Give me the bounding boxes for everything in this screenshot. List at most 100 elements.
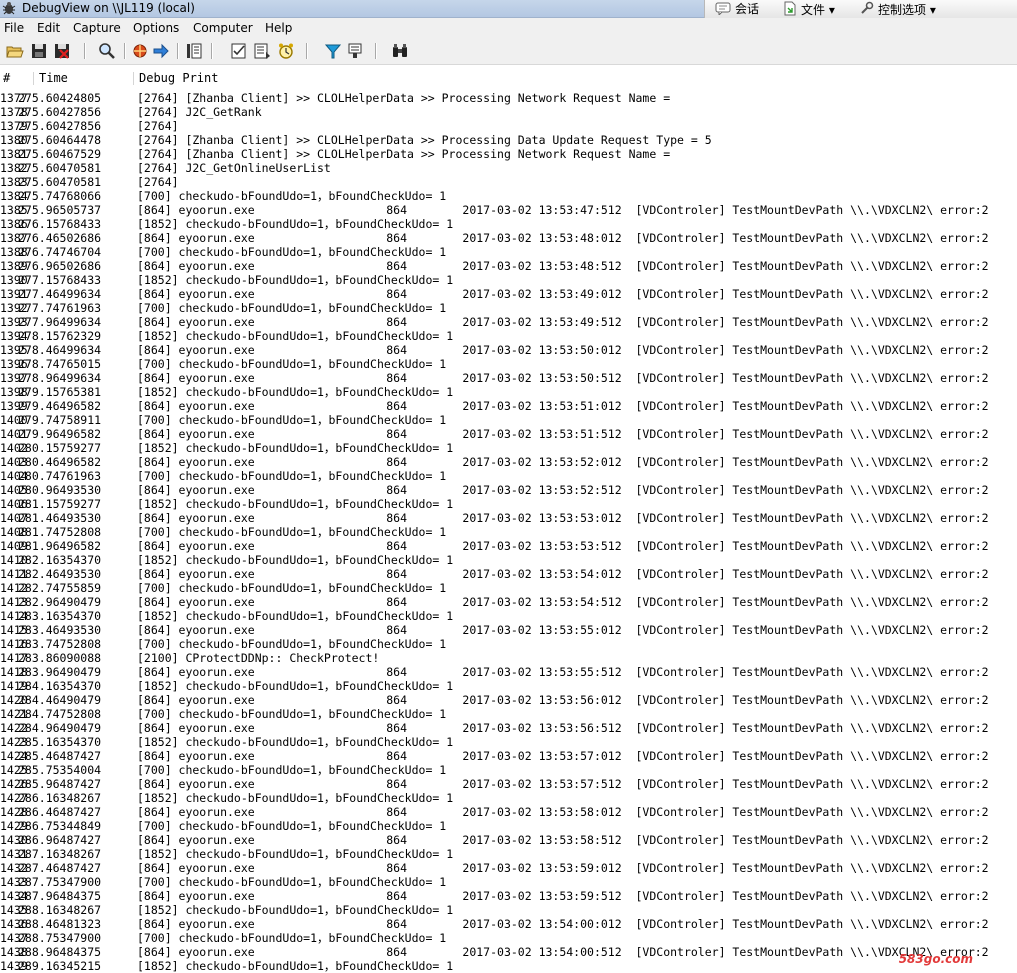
- row-time: 275.60427856: [18, 105, 102, 119]
- log-row[interactable]: 1384 275.74768066 [700] checkudo-bFoundUdo…: [0, 189, 1017, 203]
- binoculars-icon[interactable]: [391, 42, 409, 60]
- log-row[interactable]: 1396 278.74765015 [700] checkudo-bFoundUdo…: [0, 357, 1017, 371]
- capture-icon[interactable]: [131, 42, 149, 60]
- log-row[interactable]: 1390 277.15768433 [1852] checkudo-bFoundUd…: [0, 273, 1017, 287]
- row-message: [1852] checkudo-bFoundUdo=1，bFoundCheckU…: [137, 903, 454, 917]
- log-row[interactable]: 1401 279.96496582 [864] eyoorun.exe 864 20…: [0, 427, 1017, 441]
- row-time: 279.46496582: [18, 399, 102, 413]
- log-row[interactable]: 1400 279.74758911 [700] checkudo-bFoundUdo…: [0, 413, 1017, 427]
- clock-icon[interactable]: [230, 42, 248, 60]
- log-row[interactable]: 1432 287.46487427 [864] eyoorun.exe 864 20…: [0, 861, 1017, 875]
- log-row[interactable]: 1437 288.75347900 [700] checkudo-bFoundUdo…: [0, 931, 1017, 945]
- column-divider[interactable]: [33, 72, 34, 85]
- log-row[interactable]: 1426 285.96487427 [864] eyoorun.exe 864 20…: [0, 777, 1017, 791]
- log-row[interactable]: 1406 281.15759277 [1852] checkudo-bFoundUd…: [0, 497, 1017, 511]
- log-row[interactable]: 1438 288.96484375 [864] eyoorun.exe 864 20…: [0, 945, 1017, 959]
- log-row[interactable]: 1387 276.46502686 [864] eyoorun.exe 864 20…: [0, 231, 1017, 245]
- log-row[interactable]: 1421 284.74752808 [700] checkudo-bFoundUdo…: [0, 707, 1017, 721]
- log-row[interactable]: 1382 275.60470581 [2764] J2C_GetOnlineUser…: [0, 161, 1017, 175]
- log-row[interactable]: 1391 277.46499634 [864] eyoorun.exe 864 20…: [0, 287, 1017, 301]
- menu-capture[interactable]: Capture: [73, 18, 121, 38]
- log-row[interactable]: 1395 278.46499634 [864] eyoorun.exe 864 20…: [0, 343, 1017, 357]
- log-row[interactable]: 1394 278.15762329 [1852] checkudo-bFoundUd…: [0, 329, 1017, 343]
- column-header-debug-print[interactable]: Debug Print: [139, 70, 218, 87]
- debug-log-list[interactable]: 1377 275.60424805 [2764] [Zhanba Client] >…: [0, 91, 1017, 973]
- log-row[interactable]: 1378 275.60427856 [2764] J2C_GetRank: [0, 105, 1017, 119]
- log-row[interactable]: 1422 284.96490479 [864] eyoorun.exe 864 20…: [0, 721, 1017, 735]
- log-row[interactable]: 1410 282.16354370 [1852] checkudo-bFoundUd…: [0, 553, 1017, 567]
- find-icon[interactable]: [98, 42, 116, 60]
- forward-icon[interactable]: [152, 42, 170, 60]
- column-divider[interactable]: [133, 72, 134, 85]
- log-row[interactable]: 1423 285.16354370 [1852] checkudo-bFoundUd…: [0, 735, 1017, 749]
- log-row[interactable]: 1407 281.46493530 [864] eyoorun.exe 864 20…: [0, 511, 1017, 525]
- log-row[interactable]: 1411 282.46493530 [864] eyoorun.exe 864 20…: [0, 567, 1017, 581]
- filter-icon[interactable]: [324, 42, 342, 60]
- menu-edit[interactable]: Edit: [37, 18, 60, 38]
- log-row[interactable]: 1425 285.75354004 [700] checkudo-bFoundUdo…: [0, 763, 1017, 777]
- qq-control-button[interactable]: 控制选项 ▾: [859, 1, 936, 18]
- log-row[interactable]: 1434 287.96484375 [864] eyoorun.exe 864 20…: [0, 889, 1017, 903]
- row-time: 285.96487427: [18, 777, 102, 791]
- log-row[interactable]: 1436 288.46481323 [864] eyoorun.exe 864 20…: [0, 917, 1017, 931]
- log-row[interactable]: 1430 286.96487427 [864] eyoorun.exe 864 20…: [0, 833, 1017, 847]
- log-row[interactable]: 1380 275.60464478 [2764] [Zhanba Client] >…: [0, 133, 1017, 147]
- log-row[interactable]: 1398 279.15765381 [1852] checkudo-bFoundUd…: [0, 385, 1017, 399]
- log-row[interactable]: 1408 281.74752808 [700] checkudo-bFoundUdo…: [0, 525, 1017, 539]
- log-row[interactable]: 1412 282.74755859 [700] checkudo-bFoundUdo…: [0, 581, 1017, 595]
- log-row[interactable]: 1403 280.46496582 [864] eyoorun.exe 864 20…: [0, 455, 1017, 469]
- log-row[interactable]: 1409 281.96496582 [864] eyoorun.exe 864 20…: [0, 539, 1017, 553]
- log-row[interactable]: 1427 286.16348267 [1852] checkudo-bFoundUd…: [0, 791, 1017, 805]
- qq-file-button[interactable]: 文件 ▾: [783, 1, 835, 18]
- log-row[interactable]: 1386 276.15768433 [1852] checkudo-bFoundUd…: [0, 217, 1017, 231]
- log-row[interactable]: 1383 275.60470581 [2764]: [0, 175, 1017, 189]
- log-row[interactable]: 1433 287.75347900 [700] checkudo-bFoundUdo…: [0, 875, 1017, 889]
- row-message: [864] eyoorun.exe 864 2017-03-02 13:53:4…: [137, 287, 989, 301]
- row-time: 288.75347900: [18, 931, 102, 945]
- open-icon[interactable]: [6, 42, 24, 60]
- log-row[interactable]: 1435 288.16348267 [1852] checkudo-bFoundUd…: [0, 903, 1017, 917]
- menu-file[interactable]: File: [4, 18, 24, 38]
- log-row[interactable]: 1413 282.96490479 [864] eyoorun.exe 864 20…: [0, 595, 1017, 609]
- log-row[interactable]: 1389 276.96502686 [864] eyoorun.exe 864 20…: [0, 259, 1017, 273]
- menu-help[interactable]: Help: [265, 18, 292, 38]
- log-row[interactable]: 1419 284.16354370 [1852] checkudo-bFoundUd…: [0, 679, 1017, 693]
- log-row[interactable]: 1415 283.46493530 [864] eyoorun.exe 864 20…: [0, 623, 1017, 637]
- column-header-number[interactable]: #: [3, 70, 10, 87]
- log-row[interactable]: 1417 283.86090088 [2100] CProtectDDNp:: Ch…: [0, 651, 1017, 665]
- log-row[interactable]: 1439 289.16345215 [1852] checkudo-bFoundUd…: [0, 959, 1017, 973]
- log-row[interactable]: 1414 283.16354370 [1852] checkudo-bFoundUd…: [0, 609, 1017, 623]
- menu-computer[interactable]: Computer: [193, 18, 253, 38]
- column-header-time[interactable]: Time: [39, 70, 68, 87]
- autoscroll-icon[interactable]: [185, 42, 203, 60]
- qq-chat-button[interactable]: 会话: [715, 1, 759, 18]
- log-row[interactable]: 1392 277.74761963 [700] checkudo-bFoundUdo…: [0, 301, 1017, 315]
- log-row[interactable]: 1420 284.46490479 [864] eyoorun.exe 864 20…: [0, 693, 1017, 707]
- log-row[interactable]: 1416 283.74752808 [700] checkudo-bFoundUdo…: [0, 637, 1017, 651]
- time-icon[interactable]: [253, 42, 271, 60]
- log-row[interactable]: 1379 275.60427856 [2764]: [0, 119, 1017, 133]
- menu-options[interactable]: Options: [133, 18, 179, 38]
- save-icon[interactable]: [30, 42, 48, 60]
- clear-icon[interactable]: [53, 42, 71, 60]
- log-row[interactable]: 1397 278.96499634 [864] eyoorun.exe 864 20…: [0, 371, 1017, 385]
- log-row[interactable]: 1402 280.15759277 [1852] checkudo-bFoundUd…: [0, 441, 1017, 455]
- log-row[interactable]: 1428 286.46487427 [864] eyoorun.exe 864 20…: [0, 805, 1017, 819]
- log-row[interactable]: 1385 275.96505737 [864] eyoorun.exe 864 20…: [0, 203, 1017, 217]
- log-row[interactable]: 1429 286.75344849 [700] checkudo-bFoundUdo…: [0, 819, 1017, 833]
- log-row[interactable]: 1381 275.60467529 [2764] [Zhanba Client] >…: [0, 147, 1017, 161]
- row-time: 276.46502686: [18, 231, 102, 245]
- log-row[interactable]: 1377 275.60424805 [2764] [Zhanba Client] >…: [0, 91, 1017, 105]
- log-row[interactable]: 1418 283.96490479 [864] eyoorun.exe 864 20…: [0, 665, 1017, 679]
- log-row[interactable]: 1388 276.74746704 [700] checkudo-bFoundUdo…: [0, 245, 1017, 259]
- highlight-icon[interactable]: [346, 42, 364, 60]
- row-message: [864] eyoorun.exe 864 2017-03-02 13:53:5…: [137, 399, 989, 413]
- log-row[interactable]: 1431 287.16348267 [1852] checkudo-bFoundUd…: [0, 847, 1017, 861]
- alarm-icon[interactable]: [277, 42, 295, 60]
- log-row[interactable]: 1424 285.46487427 [864] eyoorun.exe 864 20…: [0, 749, 1017, 763]
- log-row[interactable]: 1399 279.46496582 [864] eyoorun.exe 864 20…: [0, 399, 1017, 413]
- log-row[interactable]: 1405 280.96493530 [864] eyoorun.exe 864 20…: [0, 483, 1017, 497]
- log-row[interactable]: 1404 280.74761963 [700] checkudo-bFoundUdo…: [0, 469, 1017, 483]
- log-row[interactable]: 1393 277.96499634 [864] eyoorun.exe 864 20…: [0, 315, 1017, 329]
- row-message: [864] eyoorun.exe 864 2017-03-02 13:53:5…: [137, 861, 989, 875]
